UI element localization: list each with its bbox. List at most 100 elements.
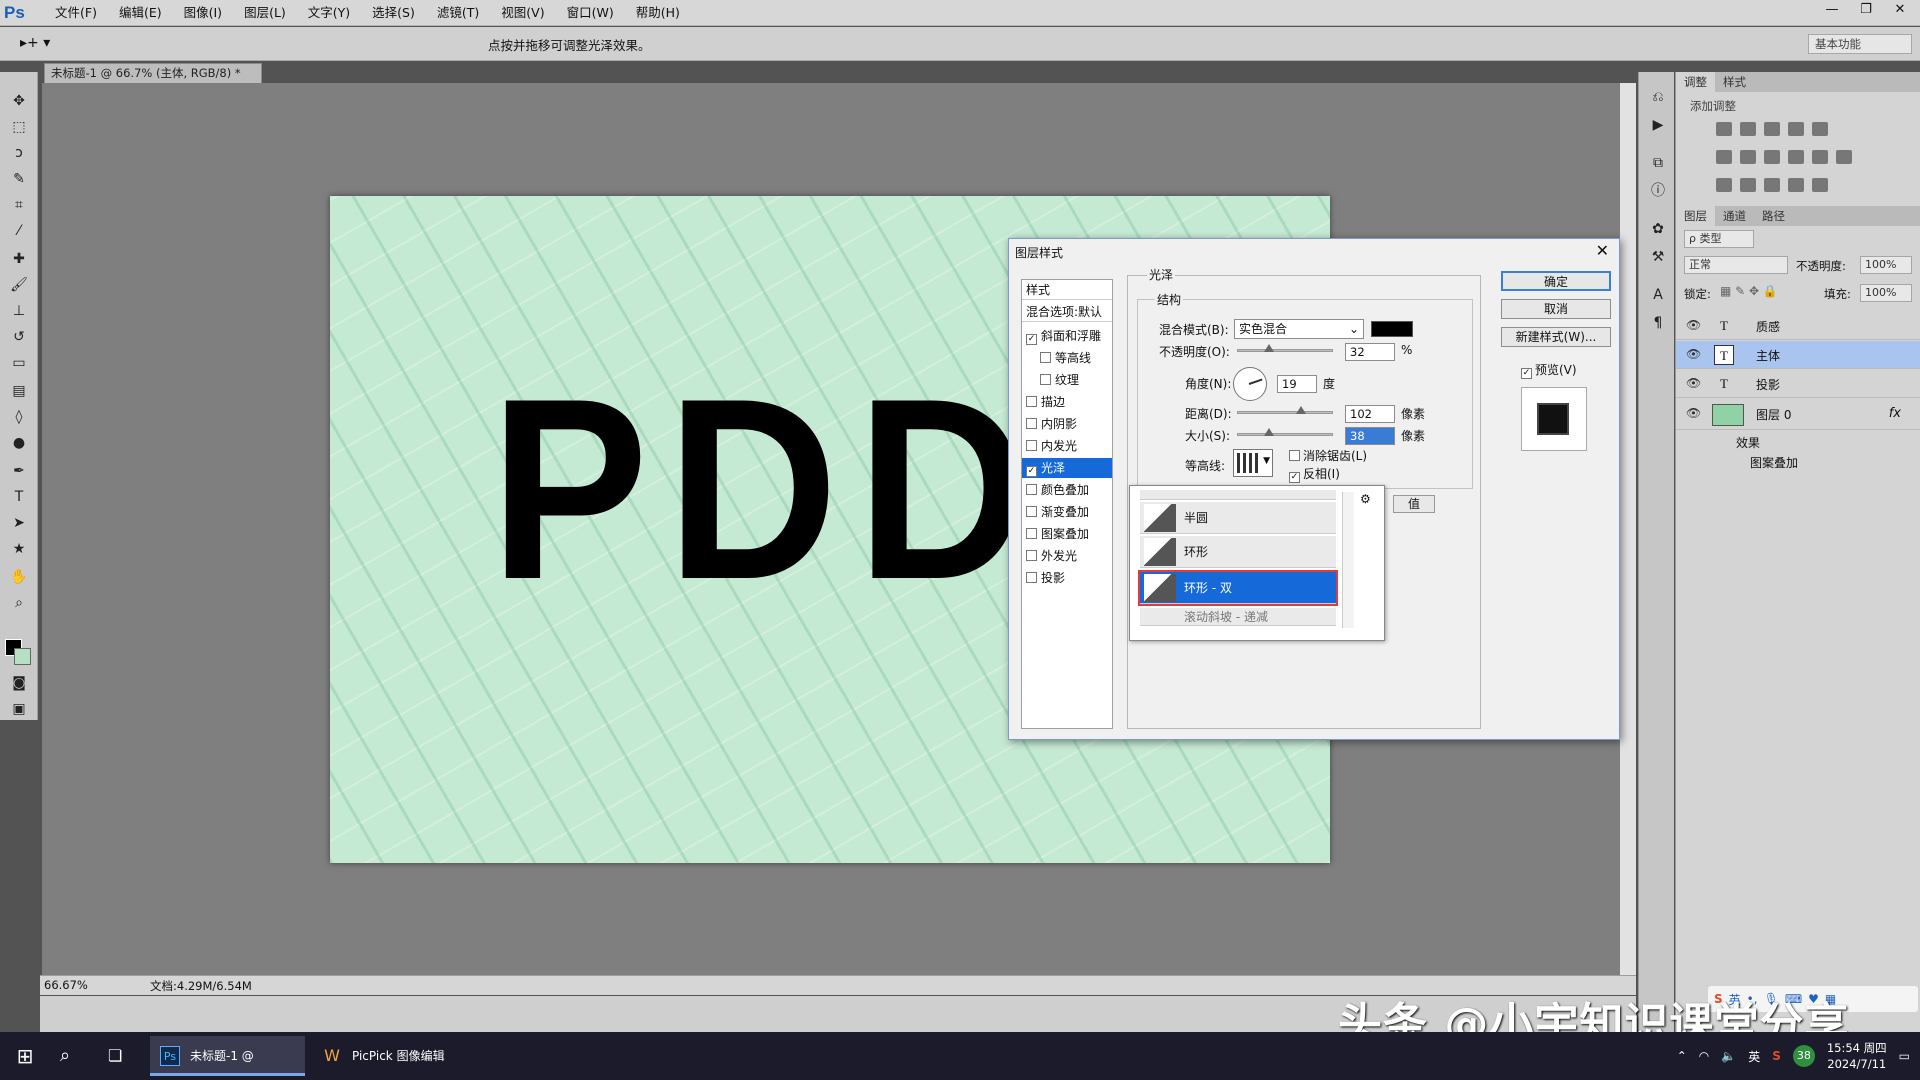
- vertical-scrollbar[interactable]: [1620, 83, 1636, 975]
- style-item-satin[interactable]: ✓ 光泽: [1022, 458, 1112, 478]
- checkbox[interactable]: [1026, 506, 1037, 517]
- slider-knob[interactable]: [1264, 344, 1274, 352]
- blend-options-item[interactable]: 混合选项:默认: [1022, 302, 1112, 322]
- menu-file[interactable]: 文件(F): [44, 0, 108, 26]
- menu-select[interactable]: 选择(S): [361, 0, 426, 26]
- color-balance-icon[interactable]: [1740, 150, 1756, 164]
- blend-mode-select[interactable]: 实色混合 ⌄: [1234, 319, 1364, 339]
- layer-row-zhuti[interactable]: 👁 T 主体: [1676, 341, 1920, 369]
- contour-option-rolling-slope[interactable]: 滚动斜坡 - 递减: [1140, 608, 1336, 626]
- distance-slider[interactable]: [1237, 406, 1333, 414]
- volume-icon[interactable]: 🔈: [1721, 1049, 1736, 1063]
- size-input[interactable]: 38: [1345, 427, 1395, 445]
- screen-mode-icon[interactable]: ▣: [6, 698, 32, 720]
- taskbar-picpick[interactable]: W PicPick 图像编辑器...: [312, 1036, 464, 1076]
- threshold-icon[interactable]: [1764, 178, 1780, 192]
- tray-badge[interactable]: 38: [1792, 1045, 1815, 1067]
- zoom-level[interactable]: 66.67%: [44, 978, 88, 992]
- contour-option-half-round[interactable]: 半圆: [1140, 502, 1336, 534]
- checkbox[interactable]: [1026, 550, 1037, 561]
- dodge-tool-icon[interactable]: ●: [6, 432, 32, 454]
- taskbar-photoshop[interactable]: Ps 未标题-1 @ 66.7%...: [150, 1036, 305, 1076]
- layer-row-zhigan[interactable]: 👁 T 质感: [1676, 312, 1920, 340]
- effect-pattern-overlay[interactable]: 图案叠加: [1750, 454, 1798, 471]
- photo-filter-icon[interactable]: [1788, 150, 1804, 164]
- brush-tool-icon[interactable]: 🖌: [6, 274, 32, 296]
- checkbox[interactable]: [1026, 418, 1037, 429]
- menu-window[interactable]: 窗口(W): [556, 0, 625, 26]
- visibility-eye-icon[interactable]: 👁: [1686, 406, 1701, 420]
- style-item-bevel[interactable]: ✓ 斜面和浮雕: [1022, 326, 1112, 346]
- info-icon[interactable]: ⓘ: [1647, 180, 1669, 202]
- selective-color-icon[interactable]: [1788, 178, 1804, 192]
- satin-color-swatch[interactable]: [1371, 321, 1413, 337]
- cancel-button[interactable]: 取消: [1501, 299, 1611, 319]
- path-select-tool-icon[interactable]: ➤: [6, 512, 32, 534]
- exposure-icon[interactable]: [1788, 122, 1804, 136]
- tool-presets-icon[interactable]: ⚒: [1647, 246, 1669, 268]
- checkbox[interactable]: [1040, 374, 1051, 385]
- task-view-icon[interactable]: ❏: [108, 1040, 122, 1072]
- layer-kind-filter[interactable]: ρ 类型: [1684, 230, 1754, 248]
- new-style-button[interactable]: 新建样式(W)...: [1501, 327, 1611, 347]
- type-tool-icon[interactable]: T: [6, 486, 32, 508]
- menu-help[interactable]: 帮助(H): [625, 0, 691, 26]
- minimize-button[interactable]: —: [1818, 0, 1846, 20]
- shape-tool-icon[interactable]: ★: [6, 538, 32, 560]
- history-icon[interactable]: ⎌: [1647, 86, 1669, 108]
- checkbox[interactable]: ✓: [1289, 472, 1300, 483]
- checkbox[interactable]: [1026, 440, 1037, 451]
- styles-header[interactable]: 样式: [1022, 280, 1112, 300]
- visibility-eye-icon[interactable]: 👁: [1686, 318, 1701, 332]
- style-item-outer-glow[interactable]: 外发光: [1022, 546, 1112, 566]
- checkbox[interactable]: [1040, 352, 1051, 363]
- search-icon[interactable]: ⌕: [60, 1040, 70, 1072]
- history-brush-tool-icon[interactable]: ↺: [6, 326, 32, 348]
- brightness-icon[interactable]: [1716, 122, 1732, 136]
- tool-preset-picker[interactable]: ▸+ ▾: [20, 33, 56, 53]
- tab-paths[interactable]: 路径: [1754, 206, 1793, 226]
- vibrance-icon[interactable]: [1812, 122, 1828, 136]
- tray-chevron-up-icon[interactable]: ⌃: [1677, 1049, 1687, 1063]
- contour-option-ring[interactable]: 环形: [1140, 536, 1336, 568]
- size-slider[interactable]: [1237, 428, 1333, 436]
- layer-row-layer0[interactable]: 👁 图层 0 fx: [1676, 400, 1920, 430]
- menu-layer[interactable]: 图层(L): [233, 0, 297, 26]
- visibility-eye-icon[interactable]: 👁: [1686, 376, 1701, 390]
- gradient-tool-icon[interactable]: ▤: [6, 380, 32, 402]
- layer-blend-mode-select[interactable]: 正常: [1684, 256, 1788, 274]
- workspace-select[interactable]: 基本功能: [1808, 34, 1912, 54]
- tray-language[interactable]: 英: [1748, 1048, 1760, 1065]
- menu-edit[interactable]: 编辑(E): [108, 0, 173, 26]
- quick-select-tool-icon[interactable]: ✎: [6, 168, 32, 190]
- hue-sat-icon[interactable]: [1716, 150, 1732, 164]
- preview-checkbox[interactable]: ✓ 预览(V): [1521, 361, 1577, 379]
- lasso-tool-icon[interactable]: ↄ: [6, 142, 32, 164]
- gear-icon[interactable]: ⚙: [1360, 492, 1371, 506]
- menu-view[interactable]: 视图(V): [490, 0, 555, 26]
- slider-knob[interactable]: [1296, 406, 1306, 414]
- checkbox[interactable]: [1026, 528, 1037, 539]
- pen-tool-icon[interactable]: ✒: [6, 460, 32, 482]
- crop-tool-icon[interactable]: ⌗: [6, 194, 32, 216]
- angle-input[interactable]: 19: [1277, 375, 1317, 393]
- eraser-tool-icon[interactable]: ▭: [6, 352, 32, 374]
- menu-filter[interactable]: 滤镜(T): [426, 0, 490, 26]
- contour-picker[interactable]: ▼: [1233, 449, 1273, 477]
- visibility-eye-icon[interactable]: 👁: [1686, 347, 1701, 361]
- zoom-tool-icon[interactable]: ⌕: [6, 592, 32, 614]
- opacity-input[interactable]: 32: [1345, 343, 1395, 361]
- close-window-button[interactable]: ✕: [1886, 0, 1914, 20]
- popup-scrollbar[interactable]: [1342, 492, 1354, 628]
- healing-brush-tool-icon[interactable]: ✚: [6, 248, 32, 270]
- style-item-contour[interactable]: 等高线: [1022, 348, 1112, 368]
- lock-icons[interactable]: ▦ ✎ ✥ 🔒: [1720, 284, 1778, 298]
- menu-image[interactable]: 图像(I): [173, 0, 233, 26]
- move-tool-icon[interactable]: ✥: [6, 90, 32, 112]
- tab-channels[interactable]: 通道: [1715, 206, 1754, 226]
- style-item-pattern-overlay[interactable]: 图案叠加: [1022, 524, 1112, 544]
- clone-stamp-tool-icon[interactable]: ⊥: [6, 300, 32, 322]
- ok-button[interactable]: 确定: [1501, 271, 1611, 291]
- style-item-gradient-overlay[interactable]: 渐变叠加: [1022, 502, 1112, 522]
- layer-row-touying[interactable]: 👁 T 投影: [1676, 370, 1920, 398]
